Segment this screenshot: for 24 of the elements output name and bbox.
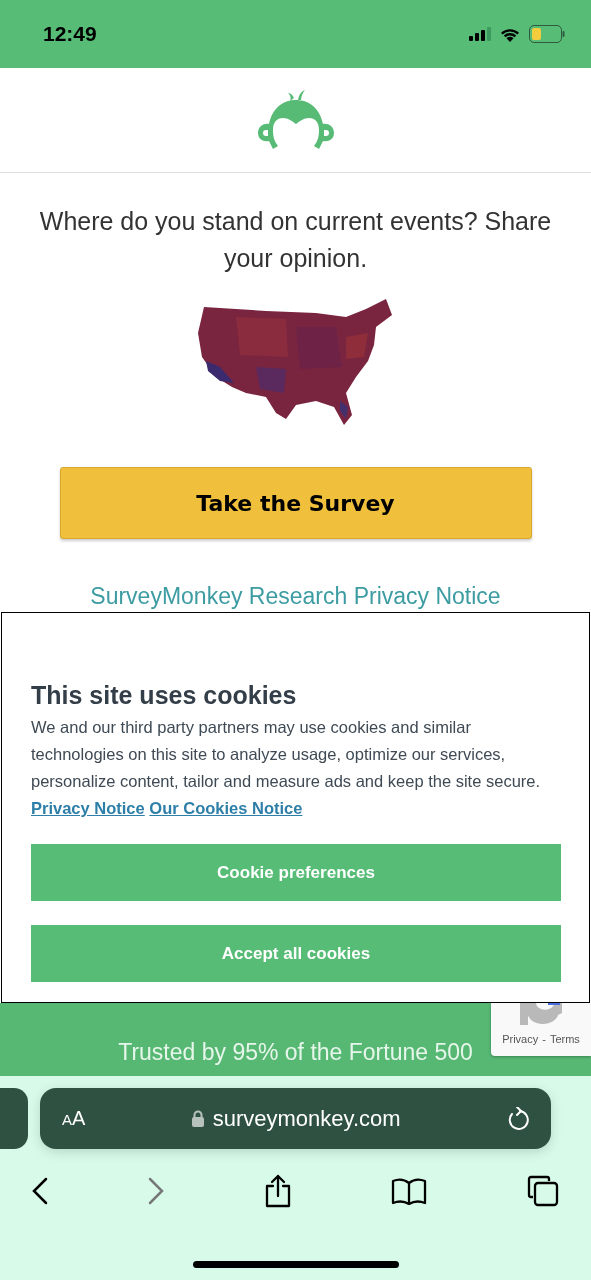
notice-link[interactable]: Privacy Notice — [31, 799, 145, 817]
separator: - — [542, 1033, 546, 1045]
battery-icon — [529, 25, 565, 43]
url-text: surveymonkey.com — [212, 1105, 401, 1132]
clock-time: 12:49 — [43, 22, 97, 46]
tab-preview[interactable] — [0, 1088, 28, 1149]
tabs-icon[interactable] — [527, 1175, 559, 1207]
survey-headline: Where do you stand on current events? Share your opinion. — [38, 206, 553, 274]
footer-tagline: Trusted by 95% of the Fortune 500 — [118, 1039, 473, 1066]
lock-icon — [191, 1110, 204, 1127]
recaptcha-terms-link[interactable]: Terms — [549, 1033, 580, 1045]
back-icon[interactable] — [32, 1177, 48, 1205]
cookie-text: We and our third party partners may use cookies and similar technologies on this site to analyze usage, optimize our services, personalize content, tailor and measure ads and keep the site secure. Privacy Notice Our Cookies Notice — [31, 717, 542, 819]
reload-icon[interactable] — [507, 1106, 529, 1131]
take-survey-button[interactable]: Take the Survey — [59, 467, 532, 539]
cookie-title: This site uses cookies — [31, 681, 298, 710]
notice-link[interactable]: Our Cookies Notice — [149, 799, 303, 817]
signal-icon — [469, 27, 491, 41]
share-icon[interactable] — [263, 1174, 292, 1208]
address-bar[interactable]: AA surveymonkey.com — [40, 1088, 551, 1149]
recaptcha-privacy-link[interactable]: Privacy — [502, 1033, 539, 1045]
book-icon[interactable] — [391, 1177, 428, 1205]
text-size-button[interactable]: AA — [62, 1107, 86, 1130]
wifi-icon — [499, 26, 521, 42]
